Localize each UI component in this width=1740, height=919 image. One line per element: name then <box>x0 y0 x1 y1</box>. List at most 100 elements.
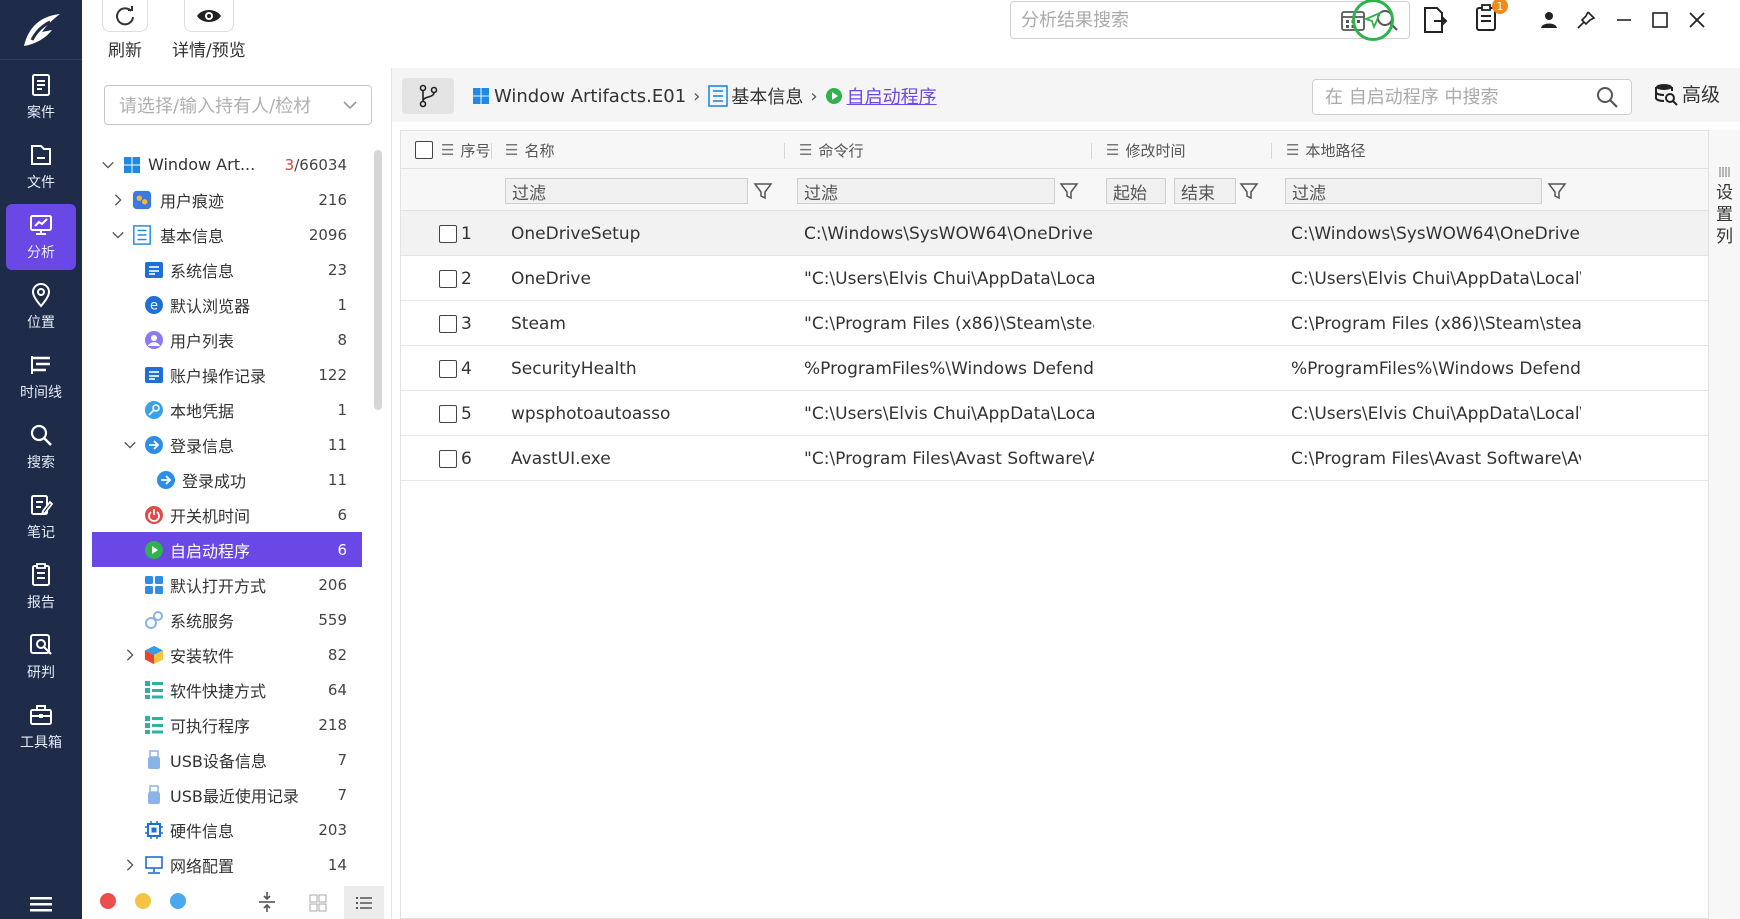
column-menu-icon[interactable]: ☰ <box>1286 141 1299 159</box>
column-menu-icon[interactable]: ☰ <box>505 141 518 159</box>
column-menu-icon[interactable]: ☰ <box>1106 141 1119 159</box>
tree-item[interactable]: 系统服务 559 <box>92 602 362 637</box>
tree-item[interactable]: 登录成功 11 <box>92 462 362 497</box>
tree-item[interactable]: 系统信息 23 <box>92 252 362 287</box>
grid-view-icon[interactable] <box>309 894 327 912</box>
collapse-icon[interactable] <box>257 891 277 913</box>
chevron-right-icon[interactable] <box>122 857 138 873</box>
minimize-button[interactable] <box>1616 0 1632 40</box>
row-checkbox[interactable] <box>439 449 457 468</box>
nav-item-case[interactable]: 案件 <box>6 64 76 130</box>
table-row[interactable]: 5 wpsphotoautoasso "C:\Users\Elvis Chui\Ap… <box>401 391 1709 436</box>
row-checkbox[interactable] <box>439 314 457 333</box>
nav-item-judgement[interactable]: 研判 <box>6 624 76 690</box>
row-checkbox[interactable] <box>439 359 457 378</box>
date-end-input[interactable]: 结束 <box>1174 178 1236 204</box>
tree-item[interactable]: Window Art... 3/66034 <box>92 147 362 182</box>
yellow-filter-dot[interactable] <box>135 893 151 909</box>
col-mtime-header[interactable]: ☰ 修改时间 <box>1106 131 1185 169</box>
tree-item[interactable]: 默认打开方式 206 <box>92 567 362 602</box>
breadcrumb-mid[interactable]: 基本信息 <box>731 83 803 109</box>
tree-item[interactable]: 用户列表 8 <box>92 322 362 357</box>
column-menu-icon[interactable]: ☰ <box>799 141 812 159</box>
row-checkbox[interactable] <box>439 224 457 243</box>
search-icon[interactable] <box>1595 85 1619 109</box>
row-checkbox[interactable] <box>439 269 457 288</box>
tree-item[interactable]: 基本信息 2096 <box>92 217 362 252</box>
pin-button[interactable] <box>1576 0 1596 40</box>
breadcrumb-current[interactable]: 自启动程序 <box>847 83 937 109</box>
nav-item-notes[interactable]: 笔记 <box>6 484 76 550</box>
red-filter-dot[interactable] <box>100 893 116 909</box>
col-index-header[interactable]: ☰ 序号 <box>441 131 490 169</box>
close-button[interactable] <box>1688 0 1706 40</box>
chevron-down-icon <box>343 101 357 110</box>
row-checkbox[interactable] <box>439 404 457 423</box>
tree-item[interactable]: 可执行程序 218 <box>92 707 362 742</box>
chevron-right-icon[interactable] <box>122 647 138 663</box>
table-row[interactable]: 1 OneDriveSetup C:\Windows\SysWOW64\OneDri… <box>401 211 1709 256</box>
checkbox[interactable] <box>415 141 433 159</box>
chevron-down-icon[interactable] <box>122 437 138 453</box>
cell-index: 5 <box>461 403 472 424</box>
nav-item-file[interactable]: 文件 <box>6 134 76 200</box>
share-button[interactable] <box>1352 0 1394 41</box>
tree-item[interactable]: 开关机时间 6 <box>92 497 362 532</box>
tree-item[interactable]: e 默认浏览器 1 <box>92 287 362 322</box>
nav-item-report[interactable]: 报告 <box>6 554 76 620</box>
col-cmd-header[interactable]: ☰ 命令行 <box>799 131 863 169</box>
chevron-down-icon[interactable] <box>100 157 116 173</box>
nav-item-location[interactable]: 位置 <box>6 274 76 340</box>
table-row[interactable]: 3 Steam "C:\Program Files (x86)\Steam\stea… <box>401 301 1709 346</box>
tree-item[interactable]: USB最近使用记录 7 <box>92 777 362 812</box>
filter-icon[interactable] <box>753 181 773 201</box>
column-menu-icon[interactable]: ☰ <box>441 141 454 159</box>
chevron-down-icon[interactable] <box>110 227 126 243</box>
export-button[interactable] <box>1422 0 1448 40</box>
tree-item[interactable]: 自启动程序 6 <box>92 532 362 567</box>
tree-item[interactable]: 硬件信息 203 <box>92 812 362 847</box>
chevron-right-icon[interactable] <box>110 192 126 208</box>
nav-item-analysis[interactable]: 分析 <box>6 204 76 270</box>
tree-item[interactable]: 账户操作记录 122 <box>92 357 362 392</box>
nav-menu-toggle[interactable] <box>0 893 82 913</box>
preview-button[interactable]: 详情/预览 <box>172 0 246 61</box>
advanced-search-button[interactable]: 高级 <box>1654 80 1720 107</box>
date-start-input[interactable]: 起始 <box>1106 178 1166 204</box>
list-view-button[interactable] <box>344 886 384 919</box>
cmd-filter-input[interactable]: 过滤 <box>797 178 1055 204</box>
blue-filter-dot[interactable] <box>170 893 186 909</box>
filter-icon[interactable] <box>1547 181 1567 201</box>
tree-item[interactable]: 登录信息 11 <box>92 427 362 462</box>
filter-icon[interactable] <box>1239 181 1259 201</box>
path-filter-input[interactable]: 过滤 <box>1285 178 1542 204</box>
nav-item-search[interactable]: 搜索 <box>6 414 76 480</box>
filter-icon[interactable] <box>1059 181 1079 201</box>
nav-item-toolbox[interactable]: 工具箱 <box>6 694 76 760</box>
tree-item[interactable]: 安装软件 82 <box>92 637 362 672</box>
owner-select[interactable]: 请选择/输入持有人/检材 <box>104 85 372 125</box>
refresh-button[interactable]: 刷新 <box>102 0 148 61</box>
maximize-button[interactable] <box>1652 0 1668 40</box>
breadcrumb-root[interactable]: Window Artifacts.E01 <box>494 86 686 107</box>
table-search-input[interactable] <box>1325 86 1595 108</box>
table-row[interactable]: 2 OneDrive "C:\Users\Elvis Chui\AppData\Lo… <box>401 256 1709 301</box>
analysis-search-input[interactable] <box>1021 9 1341 31</box>
branch-button[interactable] <box>402 78 454 114</box>
tree-item[interactable]: 网络配置 14 <box>92 847 362 882</box>
col-name-header[interactable]: ☰ 名称 <box>505 131 554 169</box>
column-settings-button[interactable]: 设 置 列 <box>1708 130 1740 919</box>
tree-item[interactable]: USB设备信息 7 <box>92 742 362 777</box>
task-button[interactable]: 1 <box>1474 0 1508 40</box>
tree-item[interactable]: 软件快捷方式 64 <box>92 672 362 707</box>
nav-item-timeline[interactable]: 时间线 <box>6 344 76 410</box>
name-filter-input[interactable]: 过滤 <box>505 178 748 204</box>
user-button[interactable] <box>1540 0 1558 40</box>
col-path-header[interactable]: ☰ 本地路径 <box>1286 131 1365 169</box>
table-row[interactable]: 4 SecurityHealth %ProgramFiles%\Windows De… <box>401 346 1709 391</box>
tree-item[interactable]: 用户痕迹 216 <box>92 182 362 217</box>
select-all-checkbox[interactable] <box>415 131 433 169</box>
tree-item[interactable]: 本地凭据 1 <box>92 392 362 427</box>
table-row[interactable]: 6 AvastUI.exe "C:\Program Files\Avast Soft… <box>401 436 1709 481</box>
tree-scrollbar[interactable] <box>374 150 382 410</box>
